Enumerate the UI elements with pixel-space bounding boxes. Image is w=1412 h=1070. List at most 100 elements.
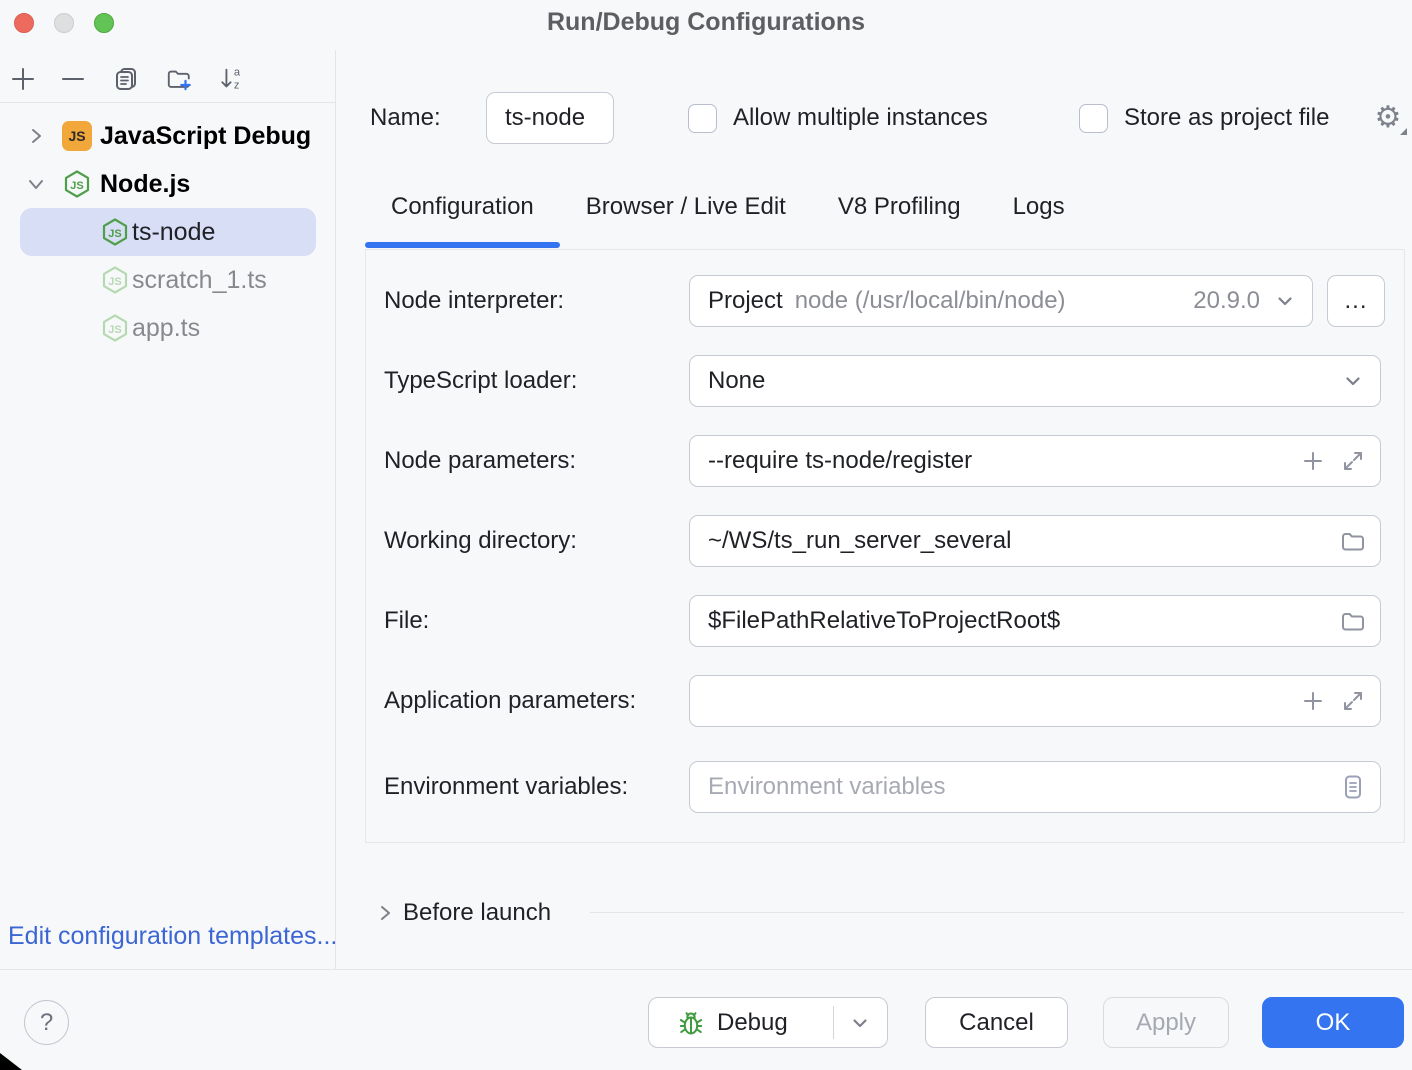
nodejs-icon: JS (62, 169, 92, 199)
gear-icon[interactable]: ⚙ (1371, 99, 1405, 137)
chevron-down-icon (1274, 290, 1296, 312)
help-button[interactable]: ? (24, 1000, 69, 1045)
tree-item-label: JavaScript Debug (100, 122, 311, 151)
tree-item-nodejs[interactable]: JS Node.js (0, 160, 335, 208)
tab-browser-live-edit[interactable]: Browser / Live Edit (560, 183, 812, 248)
tree-item-label: Node.js (100, 170, 190, 199)
tree-item-javascript-debug[interactable]: JS JavaScript Debug (0, 112, 335, 160)
cancel-button[interactable]: Cancel (925, 997, 1068, 1048)
tab-label: Configuration (391, 193, 534, 220)
tab-label: Logs (1013, 193, 1065, 220)
tree-item-ts-node[interactable]: JS ts-node (0, 208, 335, 256)
chevron-right-icon[interactable] (24, 124, 48, 148)
javascript-debug-icon: JS (62, 121, 92, 151)
name-input[interactable] (487, 93, 613, 143)
name-label: Name: (370, 104, 441, 132)
tab-label: V8 Profiling (838, 193, 961, 220)
debug-button-label: Debug (717, 1009, 788, 1037)
remove-configuration-icon[interactable] (60, 66, 86, 92)
sidebar-toolbar: a z (0, 55, 335, 102)
chevron-right-icon[interactable] (373, 901, 397, 925)
svg-text:JS: JS (70, 180, 83, 192)
tab-configuration[interactable]: Configuration (365, 183, 560, 248)
ok-button[interactable]: OK (1262, 997, 1404, 1048)
tree-item-label: scratch_1.ts (132, 266, 267, 295)
typescript-loader-value: None (690, 367, 1342, 395)
add-macro-icon[interactable] (1300, 688, 1326, 714)
store-as-project-file-label: Store as project file (1124, 104, 1329, 132)
interpreter-more-button[interactable]: ... (1327, 275, 1385, 327)
typescript-loader-combobox[interactable]: None (689, 355, 1381, 407)
application-parameters-field (689, 675, 1381, 727)
application-parameters-input[interactable] (690, 676, 1300, 726)
toolbar-separator (0, 102, 335, 103)
chevron-down-icon (1342, 370, 1364, 392)
window-title: Run/Debug Configurations (0, 8, 1412, 37)
svg-text:JS: JS (108, 276, 121, 288)
svg-text:JS: JS (108, 324, 121, 336)
working-directory-label: Working directory: (384, 515, 577, 567)
chevron-down-icon[interactable] (24, 172, 48, 196)
file-input[interactable] (690, 596, 1340, 646)
interpreter-name: Project (708, 287, 783, 315)
node-parameters-input[interactable] (690, 436, 1300, 486)
tab-logs[interactable]: Logs (987, 183, 1091, 248)
svg-text:z: z (234, 79, 240, 91)
tab-bar: Configuration Browser / Live Edit V8 Pro… (365, 183, 1091, 248)
tab-label: Browser / Live Edit (586, 193, 786, 220)
folder-browse-icon[interactable] (1340, 528, 1366, 554)
sidebar-divider (335, 50, 336, 969)
gear-dropdown-triangle (1400, 128, 1407, 135)
store-as-project-file-checkbox[interactable] (1079, 104, 1108, 133)
run-debug-configurations-dialog: Run/Debug Configurations a (0, 0, 1412, 1070)
tree-item-label: app.ts (132, 314, 200, 343)
tree-item-app-ts[interactable]: JS app.ts (0, 304, 335, 352)
nodejs-icon-faded: JS (100, 265, 130, 295)
nodejs-icon: JS (100, 217, 130, 247)
new-folder-icon[interactable] (166, 66, 192, 92)
tree-item-label: ts-node (132, 218, 215, 247)
debug-dropdown-chevron[interactable] (832, 998, 887, 1047)
application-parameters-label: Application parameters: (384, 675, 636, 727)
copy-configuration-icon[interactable] (113, 66, 139, 92)
edit-configuration-templates-link[interactable]: Edit configuration templates... (8, 922, 337, 951)
environment-variables-input[interactable] (690, 762, 1340, 812)
sort-alphabetically-icon[interactable]: a z (219, 66, 245, 92)
before-launch-divider (590, 912, 1404, 913)
tab-v8-profiling[interactable]: V8 Profiling (812, 183, 987, 248)
configuration-form-panel: Node interpreter: Project node (/usr/loc… (365, 249, 1405, 843)
nodejs-icon-faded: JS (100, 313, 130, 343)
before-launch-section[interactable]: Before launch (365, 889, 551, 937)
allow-multiple-instances-label: Allow multiple instances (733, 104, 988, 132)
node-parameters-field (689, 435, 1381, 487)
bug-icon (677, 1009, 705, 1037)
file-label: File: (384, 595, 429, 647)
node-interpreter-label: Node interpreter: (384, 275, 564, 327)
folder-browse-icon[interactable] (1340, 608, 1366, 634)
interpreter-path: node (/usr/local/bin/node) (795, 287, 1066, 315)
interpreter-version: 20.9.0 (1193, 287, 1260, 315)
edit-list-icon[interactable] (1340, 774, 1366, 800)
add-macro-icon[interactable] (1300, 448, 1326, 474)
before-launch-label: Before launch (403, 899, 551, 927)
apply-button[interactable]: Apply (1103, 997, 1229, 1048)
environment-variables-label: Environment variables: (384, 761, 628, 813)
expand-field-icon[interactable] (1340, 448, 1366, 474)
node-interpreter-combobox[interactable]: Project node (/usr/local/bin/node) 20.9.… (689, 275, 1313, 327)
environment-variables-field (689, 761, 1381, 813)
node-parameters-label: Node parameters: (384, 435, 576, 487)
svg-text:JS: JS (108, 228, 121, 240)
add-configuration-icon[interactable] (10, 66, 36, 92)
svg-text:a: a (234, 66, 241, 78)
active-tab-underline (365, 242, 560, 248)
node-interpreter-value: Project node (/usr/local/bin/node) (690, 287, 1193, 315)
allow-multiple-instances-checkbox[interactable] (688, 104, 717, 133)
footer-bar: ? Debug Cancel Apply OK (0, 969, 1412, 1070)
working-directory-input[interactable] (690, 516, 1340, 566)
working-directory-field (689, 515, 1381, 567)
tree-item-scratch-1-ts[interactable]: JS scratch_1.ts (0, 256, 335, 304)
name-field (486, 92, 614, 144)
debug-button[interactable]: Debug (648, 997, 888, 1048)
file-field (689, 595, 1381, 647)
expand-field-icon[interactable] (1340, 688, 1366, 714)
